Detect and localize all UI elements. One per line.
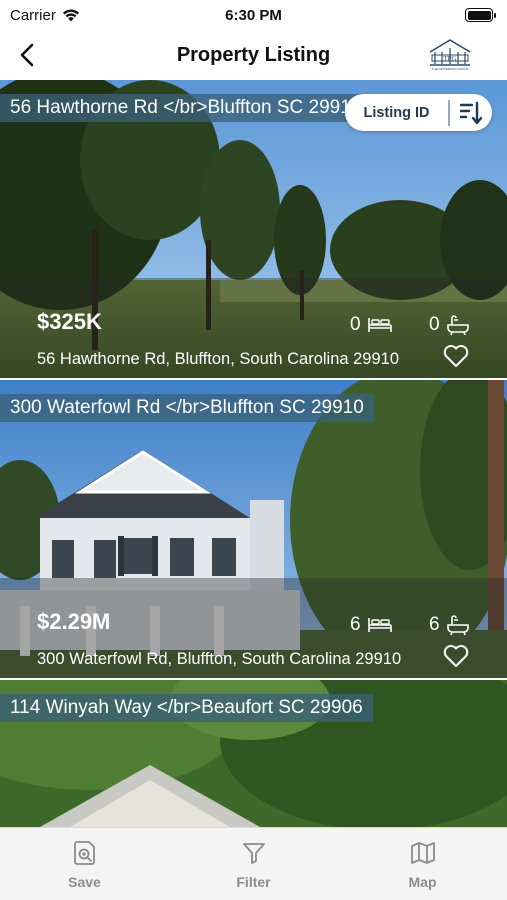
sort-descending-icon [459, 101, 482, 124]
tab-filter-label: Filter [236, 874, 271, 890]
map-icon [410, 842, 435, 864]
sort-control: Listing ID [345, 94, 492, 131]
listing-price: $2.29M [37, 609, 111, 634]
favorite-button[interactable] [441, 642, 471, 670]
favorite-button[interactable] [441, 342, 471, 370]
wifi-icon [62, 8, 79, 21]
bathtub-icon [446, 615, 469, 636]
listing-price: $325K [37, 309, 102, 334]
listing-card[interactable]: 114 Winyah Way </br>Beaufort SC 29906 [0, 680, 507, 827]
bathroom-count: 6 [429, 614, 470, 636]
status-bar: Carrier 6:30 PM [0, 0, 507, 30]
chevron-left-icon [20, 43, 34, 67]
svg-text:THE PATTERSON GROUP: THE PATTERSON GROUP [432, 67, 469, 71]
save-search-icon [73, 841, 95, 865]
bathroom-count-value: 0 [429, 314, 440, 335]
heart-icon [443, 345, 469, 367]
sort-order-button[interactable] [450, 94, 493, 131]
listing-id-sort-button[interactable]: Listing ID [345, 105, 448, 121]
bed-icon [367, 618, 392, 632]
carrier-group: Carrier [10, 7, 80, 24]
bed-icon [367, 318, 392, 332]
tab-map-label: Map [408, 874, 437, 890]
bathroom-count-value: 6 [429, 614, 440, 635]
tab-save-label: Save [68, 874, 101, 890]
battery-icon [465, 8, 496, 22]
heart-icon [443, 645, 469, 667]
nav-bar: Property Listing TPG THE PATTERSON GROUP [0, 30, 507, 80]
listing-list[interactable]: Listing ID 56 Hawthorne Rd </br>Bluffton… [0, 80, 507, 827]
bedroom-count: 0 [350, 314, 393, 336]
bedroom-count-value: 0 [350, 314, 361, 335]
tab-bar: Save Filter Map [0, 827, 507, 900]
filter-icon [242, 843, 265, 864]
tab-filter[interactable]: Filter [169, 828, 338, 900]
listing-title: 56 Hawthorne Rd </br>Bluffton SC 29910 [0, 94, 372, 122]
back-button[interactable] [12, 38, 42, 72]
page-title: Property Listing [176, 43, 331, 66]
listing-address: 56 Hawthorne Rd, Bluffton, South Carolin… [37, 350, 400, 368]
listing-title: 114 Winyah Way </br>Beaufort SC 29906 [0, 694, 373, 722]
company-logo: TPG THE PATTERSON GROUP [429, 39, 471, 71]
bathroom-count: 0 [429, 314, 470, 336]
tab-save[interactable]: Save [0, 828, 169, 900]
bedroom-count: 6 [350, 614, 393, 636]
svg-text:TPG: TPG [443, 55, 456, 63]
bedroom-count-value: 6 [350, 614, 361, 635]
listing-title: 300 Waterfowl Rd </br>Bluffton SC 29910 [0, 394, 374, 422]
carrier-label: Carrier [10, 6, 56, 24]
listing-address: 300 Waterfowl Rd, Bluffton, South Caroli… [37, 650, 402, 668]
listing-card[interactable]: 300 Waterfowl Rd </br>Bluffton SC 29910 … [0, 380, 507, 678]
bathtub-icon [446, 315, 469, 336]
tab-map[interactable]: Map [338, 828, 507, 900]
